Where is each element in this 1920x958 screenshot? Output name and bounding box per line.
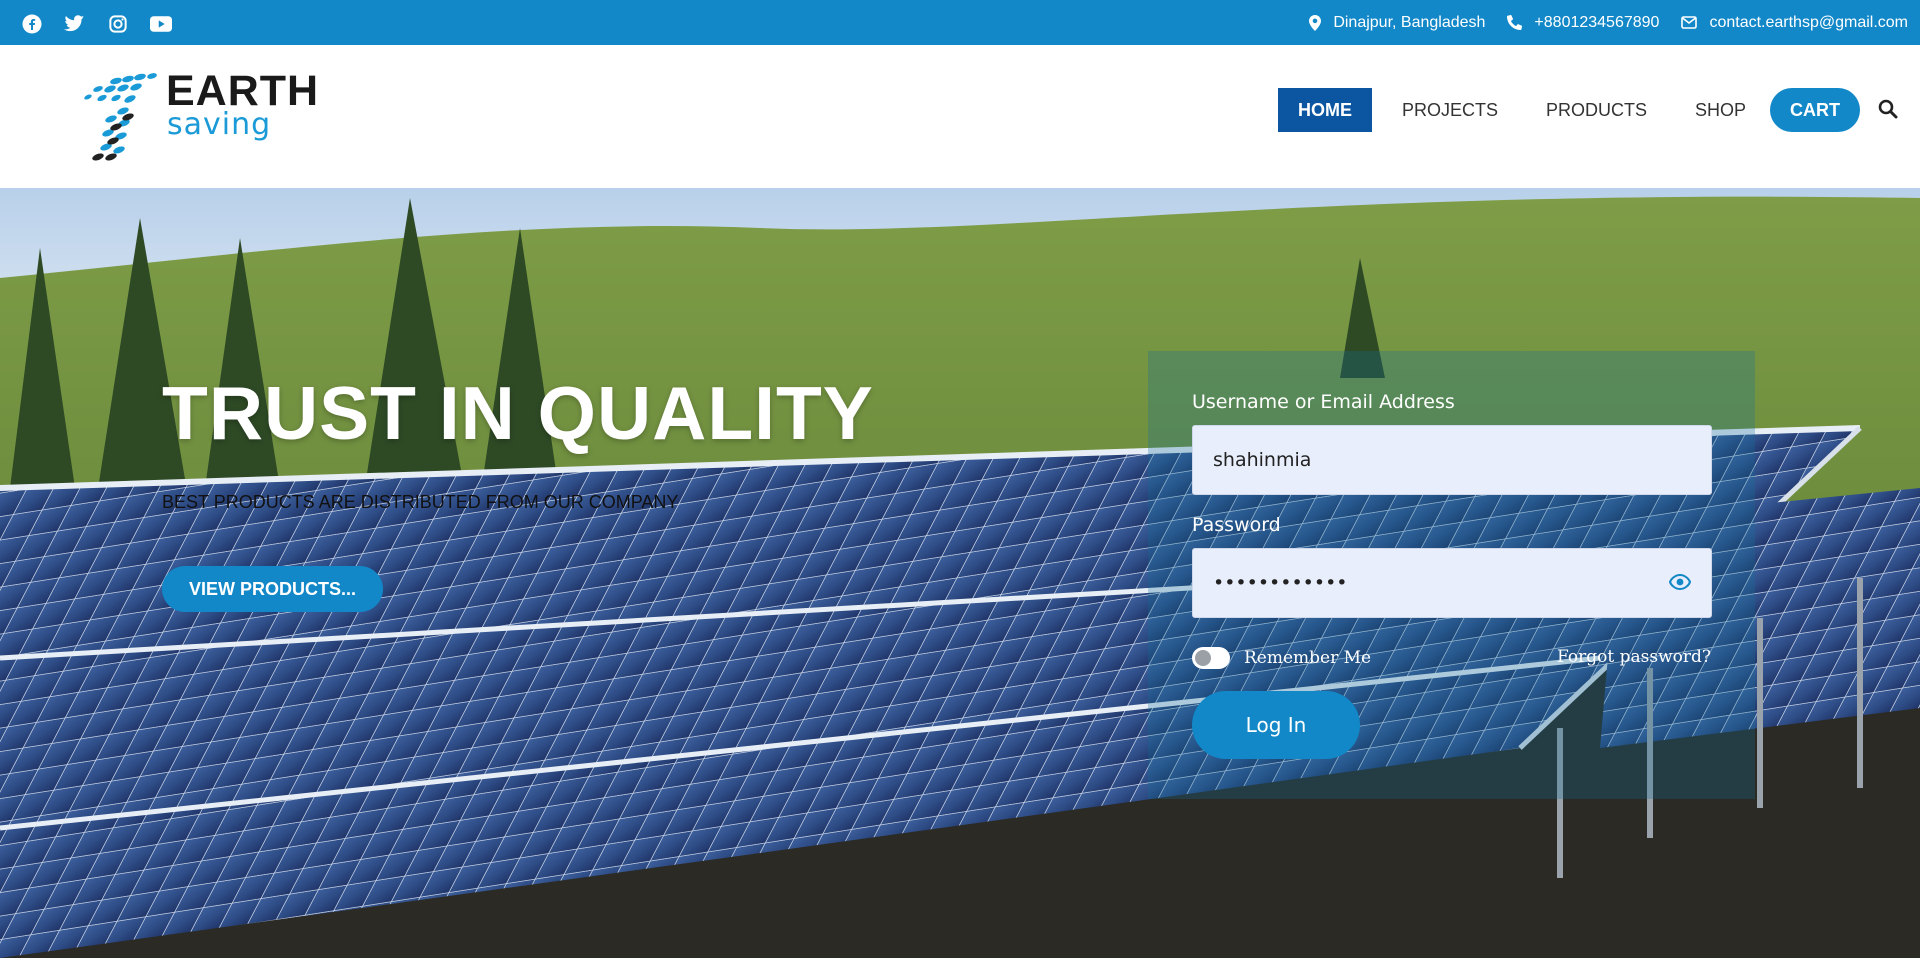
instagram-icon[interactable] (106, 12, 129, 35)
password-input[interactable]: •••••••••••• (1192, 548, 1712, 618)
username-input[interactable]: shahinmia (1192, 425, 1712, 495)
email-text: contact.earthsp@gmail.com (1709, 13, 1908, 31)
hero-subtitle: BEST PRODUCTS ARE DISTRIBUTED FROM OUR C… (162, 492, 679, 512)
login-button[interactable]: Log In (1192, 691, 1360, 759)
social-links (20, 12, 172, 35)
location: Dinajpur, Bangladesh (1309, 14, 1485, 32)
site-header: EARTH saving HOME PROJECTS PRODUCTS SHOP… (0, 45, 1920, 188)
logo-mark-icon (84, 73, 157, 161)
facebook-icon[interactable] (20, 12, 43, 35)
nav-projects[interactable]: PROJECTS (1378, 88, 1522, 132)
nav-home[interactable]: HOME (1277, 88, 1372, 132)
hero-section: TRUST IN QUALITY BEST PRODUCTS ARE DISTR… (0, 188, 1920, 958)
phone-text: +8801234567890 (1534, 13, 1660, 31)
login-form: Username or Email Address shahinmia Pass… (1148, 351, 1755, 799)
main-nav: HOME PROJECTS PRODUCTS SHOP CART (1277, 88, 1860, 132)
forgot-password-link[interactable]: Forgot password? (1557, 647, 1711, 667)
show-password-icon[interactable] (1668, 573, 1692, 595)
password-value: •••••••••••• (1213, 572, 1348, 594)
map-marker-icon (1309, 14, 1322, 31)
twitter-icon[interactable] (63, 12, 86, 35)
hero-title: TRUST IN QUALITY (162, 371, 874, 455)
username-value: shahinmia (1213, 449, 1312, 471)
nav-products[interactable]: PRODUCTS (1522, 88, 1671, 132)
password-label: Password (1192, 514, 1281, 536)
remember-me-toggle[interactable] (1192, 647, 1230, 669)
nav-shop[interactable]: SHOP (1671, 88, 1770, 132)
phone-icon (1507, 15, 1523, 30)
envelope-icon (1681, 16, 1698, 29)
remember-me[interactable]: Remember Me (1192, 647, 1371, 669)
site-logo[interactable]: EARTH saving (68, 67, 318, 167)
nav-cart[interactable]: CART (1770, 88, 1860, 132)
contact-info: Dinajpur, Bangladesh +8801234567890 cont… (1287, 0, 1908, 45)
top-bar: Dinajpur, Bangladesh +8801234567890 cont… (0, 0, 1920, 45)
phone[interactable]: +8801234567890 (1507, 14, 1659, 32)
email[interactable]: contact.earthsp@gmail.com (1681, 14, 1908, 32)
logo-text-saving: saving (167, 107, 272, 142)
location-text: Dinajpur, Bangladesh (1333, 13, 1486, 31)
username-label: Username or Email Address (1192, 391, 1455, 413)
view-products-button[interactable]: VIEW PRODUCTS... (162, 566, 383, 612)
youtube-icon[interactable] (149, 12, 172, 35)
search-icon[interactable] (1878, 99, 1902, 123)
remember-me-label: Remember Me (1244, 648, 1372, 668)
